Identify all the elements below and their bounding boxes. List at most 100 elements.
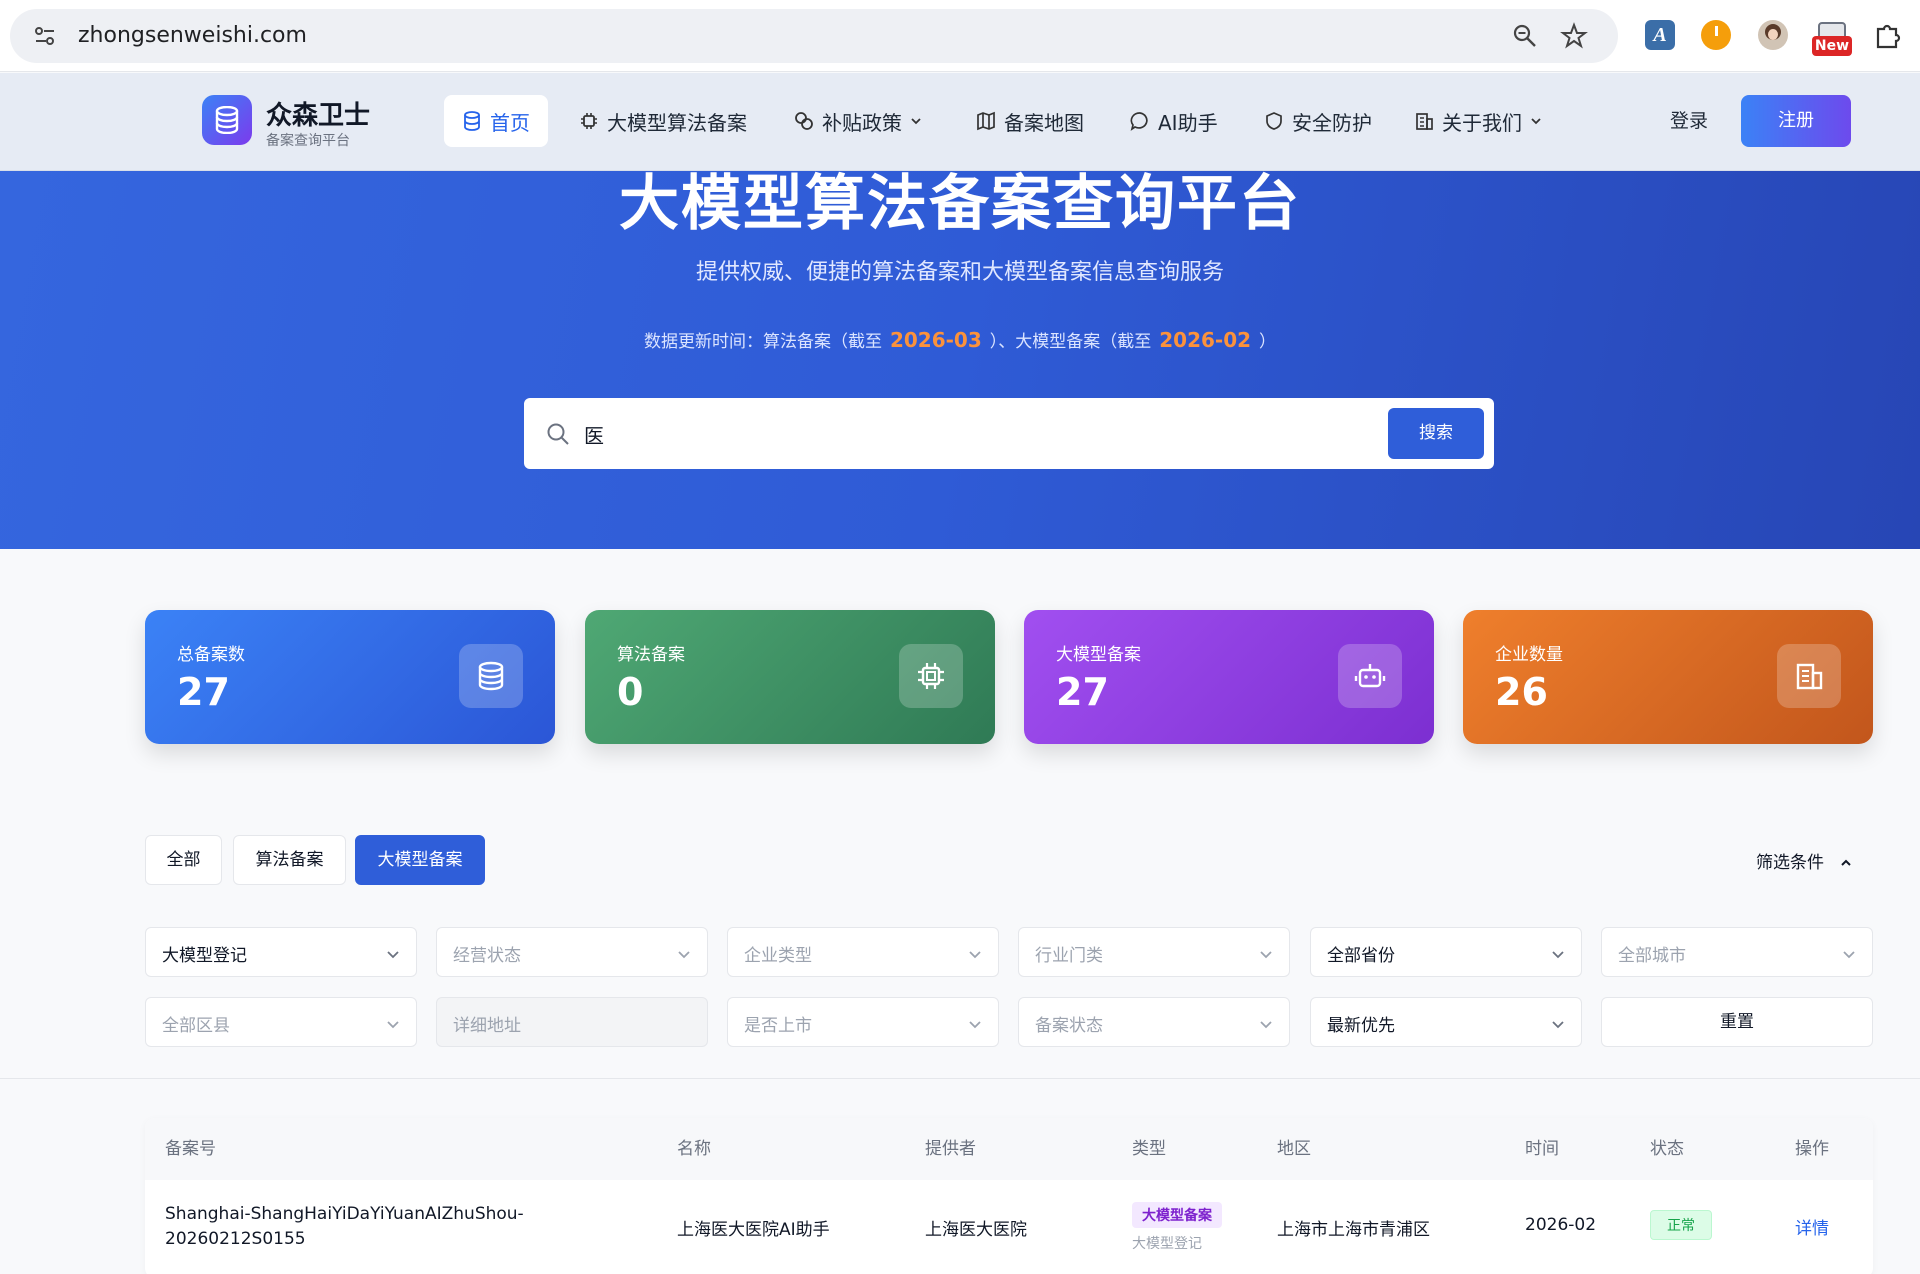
column-header[interactable]: 状态 [1650, 1118, 1684, 1180]
url-text[interactable]: zhongsenweishi.com [78, 23, 307, 48]
hero-subtitle: 提供权威、便捷的算法备案和大模型备案信息查询服务 [695, 260, 1224, 285]
nav-map[interactable]: 备案地图 [958, 95, 1102, 147]
industry-select[interactable]: 行业门类 [1018, 927, 1290, 977]
address-bar[interactable]: zhongsenweishi.com [10, 9, 1618, 63]
search-button[interactable]: 搜索 [1388, 408, 1484, 459]
nav-about-label: 关于我们 [1442, 110, 1522, 135]
clock-extension-icon[interactable] [1701, 20, 1731, 50]
listed-select[interactable]: 是否上市 [727, 997, 999, 1047]
site-settings-icon[interactable] [34, 26, 56, 46]
site-header: 众森卫士 备案查询平台 首页 大模型算法备案 补贴政策 备案地图 AI助手 安全… [0, 73, 1920, 171]
stat-card-companies: 企业数量 26 [1463, 610, 1873, 744]
tab-algorithm[interactable]: 算法备案 [233, 835, 346, 885]
chevron-down-icon [1260, 1021, 1272, 1029]
detail-link[interactable]: 详情 [1795, 1214, 1829, 1239]
chevron-down-icon [1552, 1021, 1564, 1029]
district-select[interactable]: 全部区县 [145, 997, 417, 1047]
login-button[interactable]: 登录 [1654, 95, 1724, 147]
chevron-down-icon [969, 1021, 981, 1029]
building-icon [1416, 113, 1433, 130]
stat-value: 27 [177, 670, 230, 714]
filing-number: Shanghai-ShangHaiYiDaYiYuanAIZhuShou- [165, 1204, 524, 1224]
select-value: 全部区县 [162, 1016, 230, 1036]
column-header[interactable]: 名称 [677, 1118, 711, 1180]
stat-value: 26 [1495, 670, 1548, 714]
address-input[interactable]: 详细地址 [436, 997, 708, 1047]
reset-button[interactable]: 重置 [1601, 997, 1873, 1047]
update-suffix: ） [1259, 332, 1277, 352]
filing-status-select[interactable]: 备案状态 [1018, 997, 1290, 1047]
profile-avatar[interactable] [1758, 20, 1788, 50]
registration-type-select[interactable]: 大模型登记 [145, 927, 417, 977]
chevron-down-icon [1260, 951, 1272, 959]
column-header[interactable]: 时间 [1525, 1118, 1559, 1180]
nav-filing-label: 大模型算法备案 [607, 110, 747, 135]
chevron-down-icon [1552, 951, 1564, 959]
column-header[interactable]: 地区 [1277, 1118, 1311, 1180]
select-value: 企业类型 [744, 946, 812, 966]
nav-ai-assistant[interactable]: AI助手 [1112, 95, 1236, 147]
chevron-down-icon [911, 118, 921, 125]
select-value: 经营状态 [453, 946, 521, 966]
company-type-select[interactable]: 企业类型 [727, 927, 999, 977]
nav-home-label: 首页 [490, 110, 530, 135]
province-select[interactable]: 全部省份 [1310, 927, 1582, 977]
chevron-down-icon [678, 951, 690, 959]
chip-icon [581, 113, 597, 129]
llm-update-date: 2026-02 [1159, 328, 1252, 352]
nav-security[interactable]: 安全防护 [1246, 95, 1390, 147]
browser-toolbar: zhongsenweishi.com A New [0, 0, 1920, 72]
search-input[interactable] [584, 414, 1364, 454]
business-status-select[interactable]: 经营状态 [436, 927, 708, 977]
stat-value: 27 [1056, 670, 1109, 714]
select-value: 全部城市 [1618, 946, 1686, 966]
column-header[interactable]: 操作 [1795, 1118, 1829, 1180]
column-header[interactable]: 类型 [1132, 1118, 1166, 1180]
chat-icon [1130, 112, 1148, 131]
select-value: 大模型登记 [162, 946, 247, 966]
column-header[interactable]: 提供者 [925, 1118, 976, 1180]
new-extension-icon[interactable]: New [1812, 22, 1852, 56]
filter-toggle-label: 筛选条件 [1756, 853, 1824, 873]
city-select[interactable]: 全部城市 [1601, 927, 1873, 977]
coins-icon [795, 112, 813, 130]
provider: 上海医大医院 [925, 1220, 1027, 1240]
chevron-down-icon [1531, 118, 1541, 125]
filing-number: 20260212S0155 [165, 1229, 306, 1249]
database-icon [464, 111, 480, 131]
nav-filing[interactable]: 大模型算法备案 [561, 95, 765, 147]
select-value: 全部省份 [1327, 946, 1395, 966]
chevron-down-icon [387, 1021, 399, 1029]
new-badge: New [1812, 36, 1852, 56]
nav-about[interactable]: 关于我们 [1396, 95, 1560, 147]
select-value: 最新优先 [1327, 1016, 1395, 1036]
table-header [145, 1118, 1873, 1180]
robot-icon [1338, 644, 1402, 708]
select-value: 是否上市 [744, 1016, 812, 1036]
tab-llm[interactable]: 大模型备案 [355, 835, 485, 885]
logo[interactable] [202, 95, 252, 145]
bookmark-star-icon[interactable] [1560, 22, 1588, 50]
filing-time: 2026-02 [1525, 1215, 1597, 1235]
chevron-up-icon [1841, 859, 1852, 866]
extensions-puzzle-icon[interactable] [1872, 20, 1902, 50]
stat-value: 0 [617, 670, 644, 714]
nav-subsidy[interactable]: 补贴政策 [776, 95, 940, 147]
filter-toggle[interactable]: 筛选条件 [1756, 848, 1853, 873]
sort-select[interactable]: 最新优先 [1310, 997, 1582, 1047]
stat-label: 总备案数 [177, 645, 245, 665]
results-table: 备案号 名称 提供者 类型 地区 时间 状态 操作 Shanghai-Shang… [145, 1118, 1873, 1274]
zoom-icon[interactable] [1512, 23, 1538, 49]
column-header[interactable]: 备案号 [165, 1118, 216, 1180]
search-bar: 搜索 [524, 398, 1494, 469]
chevron-down-icon [387, 951, 399, 959]
translate-extension-icon[interactable]: A [1645, 20, 1675, 50]
stat-label: 算法备案 [617, 645, 685, 665]
register-button[interactable]: 注册 [1741, 95, 1851, 147]
map-icon [977, 111, 995, 131]
nav-home[interactable]: 首页 [444, 95, 548, 147]
brand-subtitle: 备案查询平台 [266, 133, 350, 149]
nav-security-label: 安全防护 [1292, 110, 1372, 135]
tab-all[interactable]: 全部 [145, 835, 222, 885]
brand-name[interactable]: 众森卫士 [266, 95, 370, 132]
